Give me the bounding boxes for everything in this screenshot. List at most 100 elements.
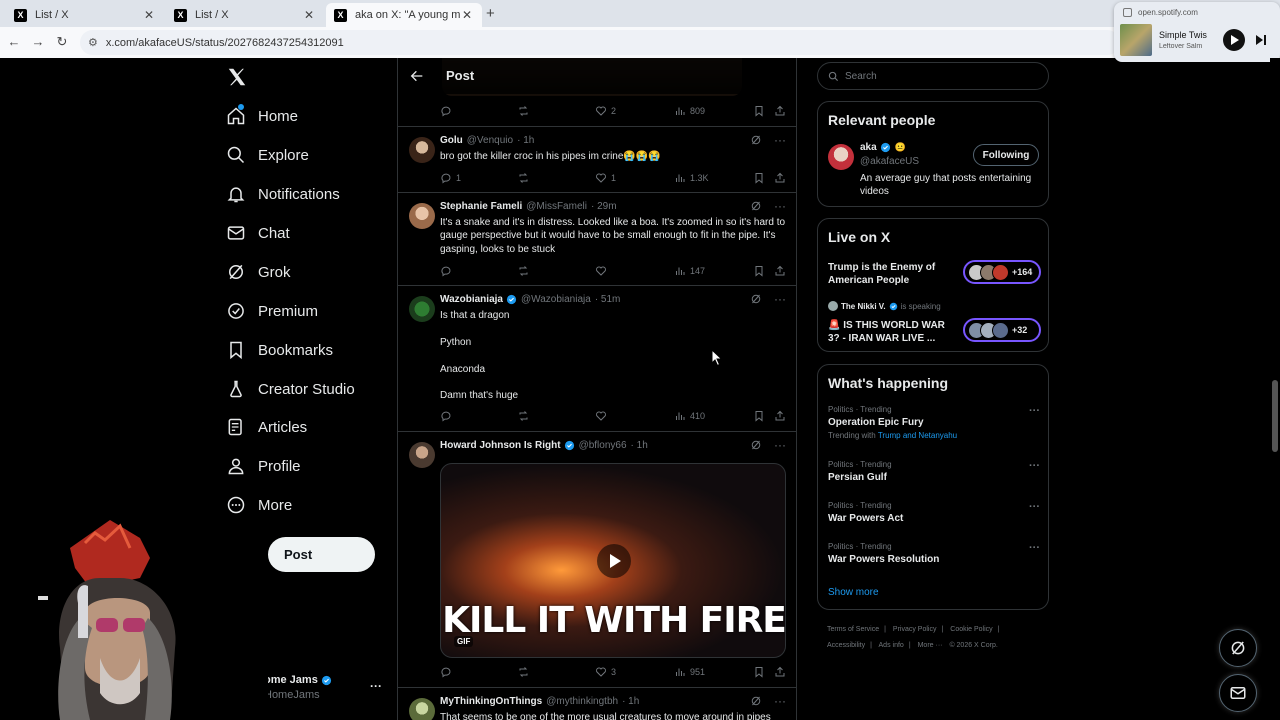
- post-button[interactable]: Post: [268, 537, 375, 572]
- more-options-icon[interactable]: ···: [774, 133, 786, 147]
- tab-close-icon[interactable]: ✕: [142, 8, 156, 22]
- author-name[interactable]: Wazobianiaja: [440, 294, 503, 305]
- avatar[interactable]: [409, 698, 435, 720]
- grok-icon[interactable]: [750, 439, 762, 451]
- live-space-title[interactable]: 🚨 IS THIS WORLD WAR 3? - IRAN WAR LIVE .…: [828, 319, 958, 345]
- views-button[interactable]: 951: [674, 666, 705, 678]
- reply-button[interactable]: 1: [440, 172, 461, 184]
- trend-item[interactable]: Politics · Trending War Powers Resolutio…: [828, 542, 1040, 565]
- nav-bookmarks[interactable]: Bookmarks: [226, 337, 333, 363]
- gif-media[interactable]: KILL IT WITH FIRE GIF: [440, 463, 786, 658]
- messages-float-button[interactable]: [1219, 674, 1257, 712]
- grok-float-button[interactable]: [1219, 629, 1257, 667]
- author-handle[interactable]: @Venquio: [467, 135, 513, 146]
- person-name-row[interactable]: aka 😐: [860, 142, 906, 153]
- trend-more-icon[interactable]: ···: [1029, 460, 1040, 472]
- footer-link[interactable]: More ···: [918, 642, 943, 649]
- reply-button[interactable]: [440, 265, 456, 277]
- space-host[interactable]: The Nikki V. is speaking: [828, 301, 941, 311]
- share-button[interactable]: [774, 265, 790, 277]
- views-button[interactable]: 410: [674, 410, 705, 422]
- tab-close-icon[interactable]: ✕: [302, 8, 316, 22]
- more-options-icon[interactable]: ···: [774, 438, 786, 452]
- nav-premium[interactable]: Premium: [226, 298, 318, 324]
- nav-notifications[interactable]: Notifications: [226, 181, 340, 207]
- grok-icon[interactable]: [750, 200, 762, 212]
- nav-creator-studio[interactable]: Creator Studio: [226, 376, 355, 402]
- scrollbar-thumb[interactable]: [1272, 380, 1278, 452]
- author-handle[interactable]: @mythinkingtbh: [546, 696, 618, 707]
- repost-button[interactable]: [517, 265, 534, 277]
- tweet-reply[interactable]: MyThinkingOnThings @mythinkingtbh · 1h ·…: [398, 687, 796, 720]
- account-switcher[interactable]: ome Jams HomeJams: [264, 674, 332, 701]
- nav-articles[interactable]: Articles: [226, 414, 307, 440]
- trend-item[interactable]: Politics · Trending War Powers Act ···: [828, 501, 1040, 524]
- author-name[interactable]: Golu: [440, 135, 463, 146]
- reply-button[interactable]: [440, 666, 456, 678]
- author-name[interactable]: MyThinkingOnThings: [440, 696, 542, 707]
- tweet-time[interactable]: · 1h: [631, 440, 648, 451]
- like-button[interactable]: 2: [595, 105, 616, 117]
- tweet-time[interactable]: · 1h: [622, 696, 639, 707]
- back-arrow-icon[interactable]: [409, 68, 425, 84]
- play-button[interactable]: [1223, 29, 1245, 51]
- repost-button[interactable]: [517, 105, 534, 117]
- trend-more-icon[interactable]: ···: [1029, 542, 1040, 554]
- avatar[interactable]: [409, 137, 435, 163]
- nav-more[interactable]: More: [226, 492, 292, 518]
- reply-button[interactable]: [440, 105, 456, 117]
- forward-arrow-icon[interactable]: →: [29, 34, 47, 49]
- reload-icon[interactable]: ↻: [53, 34, 71, 50]
- views-button[interactable]: 147: [674, 265, 705, 277]
- footer-link[interactable]: Cookie Policy: [950, 626, 992, 633]
- repost-button[interactable]: [517, 410, 534, 422]
- author-handle[interactable]: @MissFameli: [526, 201, 587, 212]
- browser-tab-active[interactable]: X aka on X: "A young man strug ✕: [326, 3, 482, 27]
- search-input[interactable]: Search: [817, 62, 1049, 90]
- trend-item[interactable]: Politics · Trending Operation Epic Fury …: [828, 405, 1040, 440]
- reply-button[interactable]: [440, 410, 456, 422]
- account-more-icon[interactable]: ···: [370, 679, 382, 693]
- author-handle[interactable]: @Wazobianiaja: [521, 294, 591, 305]
- author-name[interactable]: Stephanie Fameli: [440, 201, 522, 212]
- like-button[interactable]: [595, 265, 611, 277]
- following-button[interactable]: Following: [973, 144, 1039, 166]
- bookmark-button[interactable]: [753, 410, 769, 422]
- avatar[interactable]: [409, 296, 435, 322]
- repost-button[interactable]: [517, 666, 534, 678]
- grok-icon[interactable]: [750, 134, 762, 146]
- bookmark-button[interactable]: [753, 105, 769, 117]
- next-track-icon[interactable]: [1254, 33, 1268, 47]
- author-handle[interactable]: @bflony66: [579, 440, 627, 451]
- live-listeners-pill[interactable]: +164: [963, 260, 1041, 284]
- footer-link[interactable]: Privacy Policy: [893, 626, 937, 633]
- share-button[interactable]: [774, 105, 790, 117]
- person-handle[interactable]: @akafaceUS: [860, 156, 919, 167]
- footer-link[interactable]: Terms of Service: [827, 626, 879, 633]
- more-options-icon[interactable]: ···: [774, 199, 786, 213]
- play-button[interactable]: [597, 544, 631, 578]
- tweet-reply[interactable]: Howard Johnson Is Right @bflony66 · 1h ·…: [398, 431, 796, 687]
- browser-tab-2[interactable]: X List / X ✕: [166, 3, 324, 27]
- browser-tab-1[interactable]: X List / X ✕: [6, 3, 164, 27]
- like-button[interactable]: [595, 410, 611, 422]
- trend-more-icon[interactable]: ···: [1029, 405, 1040, 417]
- live-space-title[interactable]: Trump is the Enemy of American People: [828, 261, 958, 287]
- site-info-icon[interactable]: ⚙: [88, 36, 98, 49]
- new-tab-button[interactable]: +: [486, 5, 495, 22]
- more-options-icon[interactable]: ···: [774, 694, 786, 708]
- avatar[interactable]: [828, 144, 854, 170]
- tweet-reply[interactable]: Wazobianiaja @Wazobianiaja · 51m ··· Is …: [398, 285, 796, 431]
- url-text[interactable]: x.com/akafaceUS/status/20276824372543120…: [106, 37, 344, 49]
- grok-icon[interactable]: [750, 293, 762, 305]
- author-name[interactable]: Howard Johnson Is Right: [440, 440, 561, 451]
- trend-item[interactable]: Politics · Trending Persian Gulf ···: [828, 460, 1040, 483]
- share-button[interactable]: [774, 172, 790, 184]
- share-button[interactable]: [774, 410, 790, 422]
- tweet-time[interactable]: · 51m: [595, 294, 621, 305]
- url-bar[interactable]: ⚙ x.com/akafaceUS/status/202768243725431…: [80, 30, 1120, 55]
- share-button[interactable]: [774, 666, 790, 678]
- nav-grok[interactable]: Grok: [226, 259, 291, 285]
- trend-related-link[interactable]: Trump and Netanyahu: [878, 431, 957, 440]
- repost-button[interactable]: [517, 172, 534, 184]
